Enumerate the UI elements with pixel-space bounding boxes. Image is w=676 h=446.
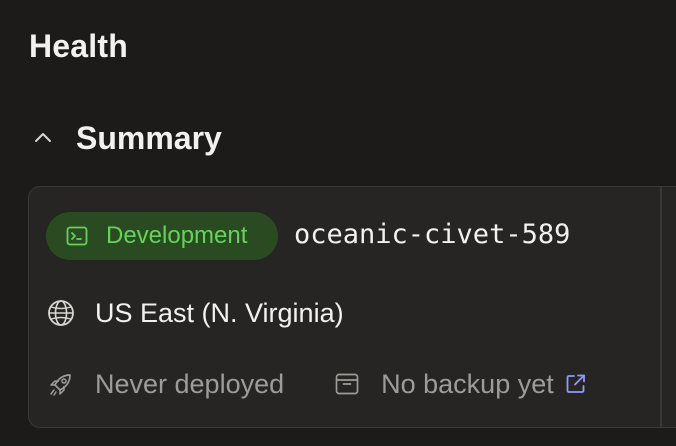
card-divider (660, 187, 662, 427)
chevron-up-icon (30, 125, 56, 151)
deploy-status-label: Never deployed (95, 369, 285, 399)
page-title: Health (29, 28, 128, 64)
deploy-status: Never deployed (46, 367, 284, 401)
backup-status: No backup yet (332, 367, 588, 401)
deployment-summary-card: Development oceanic-civet-589 US East (N… (28, 186, 676, 428)
status-row: Never deployed No backup yet (46, 364, 588, 404)
deployment-type-label: Development (106, 222, 248, 249)
summary-section-toggle[interactable]: Summary (30, 116, 222, 160)
deployment-type-badge: Development (46, 212, 278, 260)
region-label: US East (N. Virginia) (95, 298, 344, 328)
globe-icon (46, 298, 76, 328)
deployment-name: oceanic-civet-589 (294, 219, 571, 250)
region-info: US East (N. Virginia) (46, 293, 344, 333)
archive-box-icon (332, 369, 362, 399)
backup-status-label: No backup yet (381, 369, 554, 399)
rocket-icon (46, 369, 76, 399)
section-title: Summary (76, 120, 222, 156)
terminal-icon (64, 223, 90, 249)
external-link-icon[interactable] (564, 372, 588, 396)
